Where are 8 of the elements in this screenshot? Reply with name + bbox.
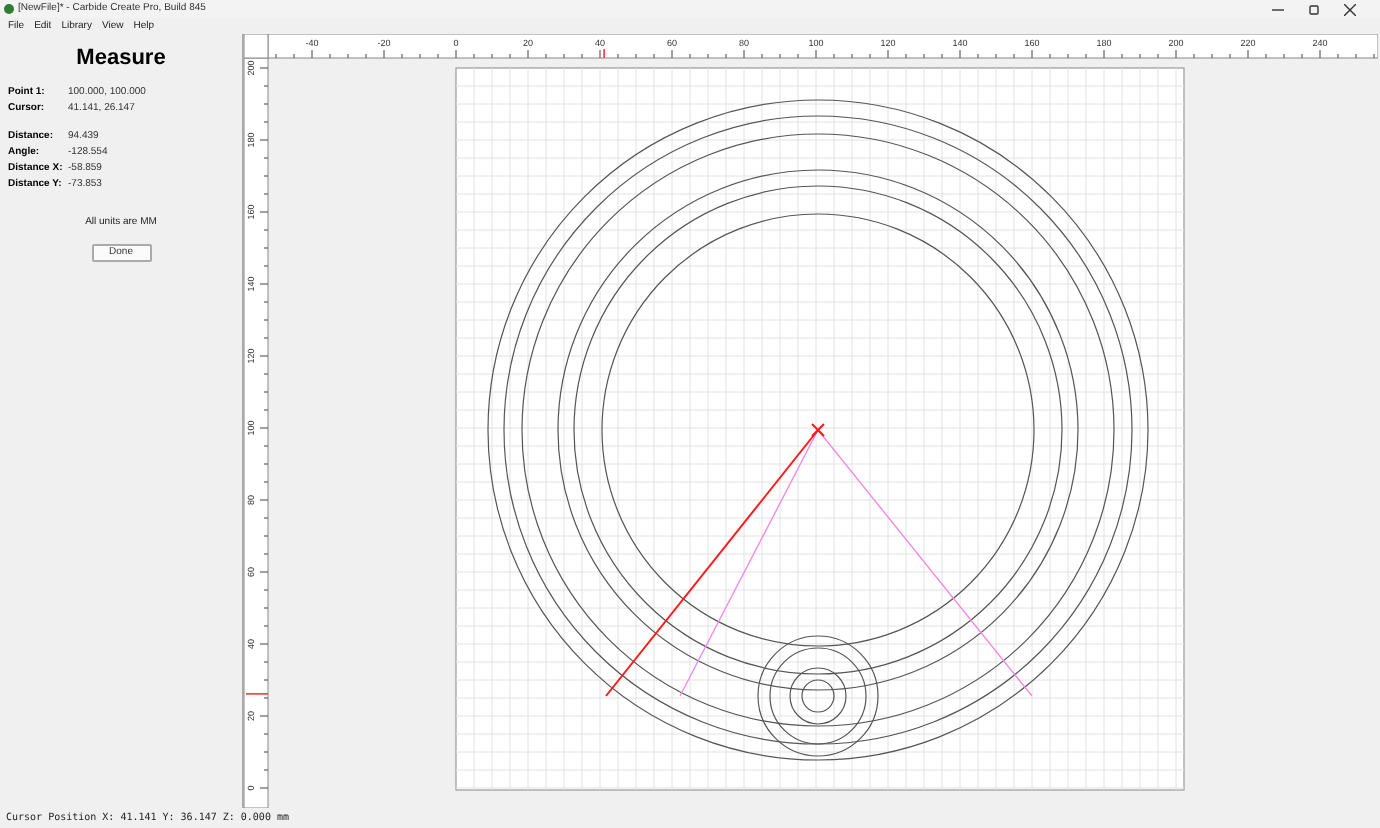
panel-title: Measure [74,44,168,74]
minimize-icon[interactable] [1272,3,1284,15]
close-icon[interactable] [1344,3,1356,15]
point-marker-icon [811,423,825,437]
restore-icon[interactable] [1308,3,1320,15]
app-logo-icon [4,4,14,14]
cursor-marker [245,693,269,695]
cursor-marker [603,48,605,59]
